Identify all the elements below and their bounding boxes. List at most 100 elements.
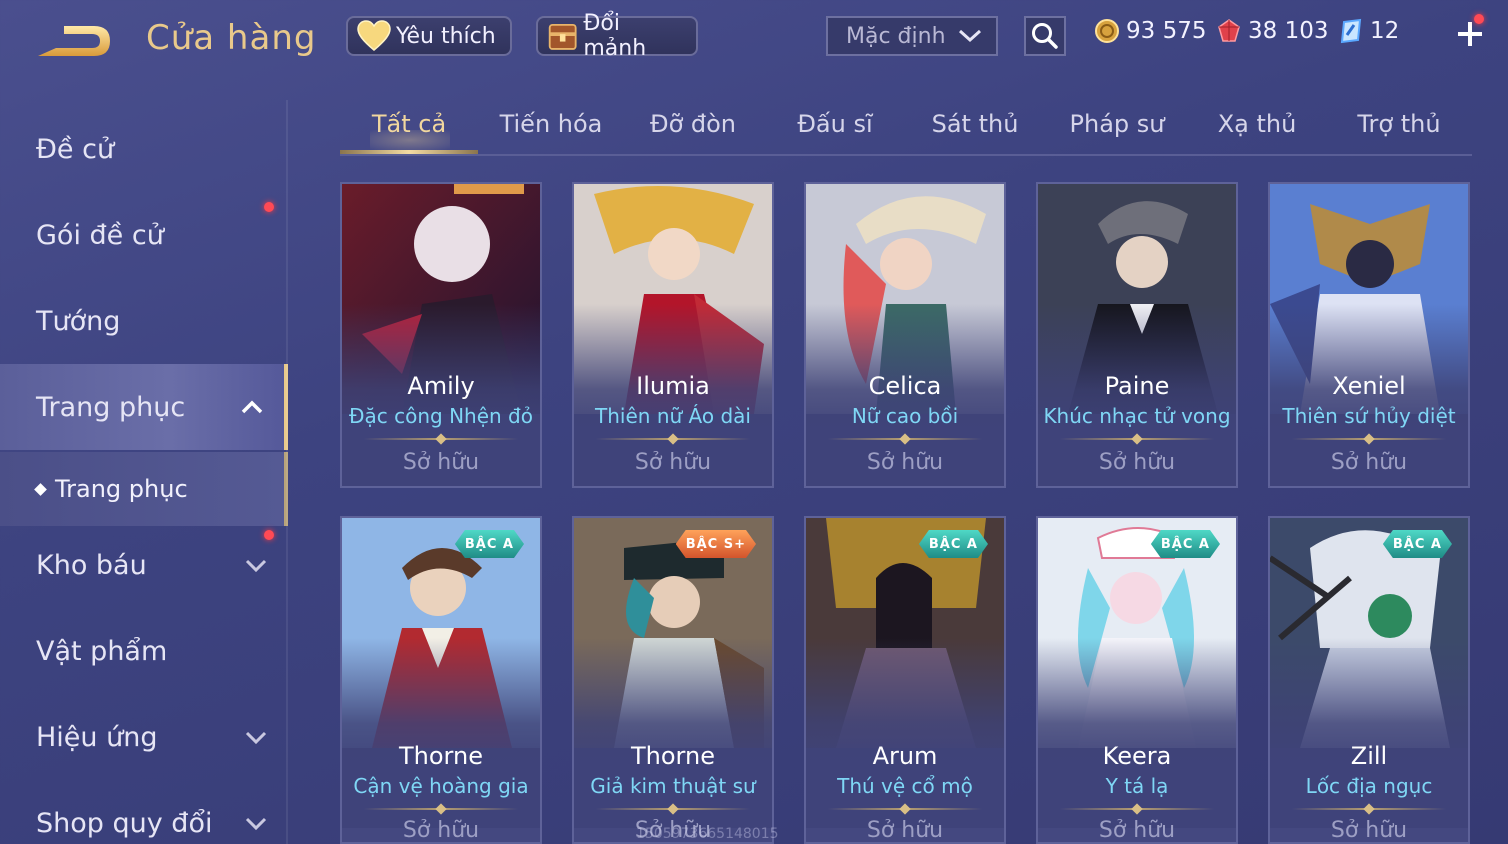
owned-status: Sở hữu [634,450,712,475]
hero-name: Thorne [631,742,715,770]
chevron-down-icon [958,29,982,43]
skin-card[interactable]: BẬC A Arum Thú vệ cổ mộ Sở hữu [804,516,1006,844]
active-tab-underline [340,150,478,154]
gold-amount: 93 575 [1126,18,1207,44]
skin-name: Thiên nữ Áo dài [595,404,751,428]
sidebar-item-label: Kho báu [36,549,147,581]
favorites-button[interactable]: Yêu thích [346,16,512,56]
owned-status: Sở hữu [866,450,944,475]
sidebar-item-effects[interactable]: Hiệu ứng [0,694,288,780]
gold-coin-icon [1095,19,1119,43]
skin-card[interactable]: Xeniel Thiên sứ hủy diệt Sở hữu [1268,182,1470,488]
card-divider [364,808,518,810]
card-shade [806,638,1004,828]
tier-badge: BẬC S+ [676,530,756,558]
ruby-balance: 38 103 [1216,18,1328,44]
sidebar-item-items[interactable]: Vật phẩm [0,608,288,694]
hero-name: Zill [1350,742,1388,770]
bullet-icon [34,482,47,496]
sidebar-subitem-skins[interactable]: Trang phục [0,452,288,526]
tier-badge: BẬC A [919,530,988,558]
card-divider [828,808,982,810]
skin-card[interactable]: Amily Đặc công Nhện đỏ Sở hữu [340,182,542,488]
skin-card[interactable]: BẬC A Keera Y tá lạ Sở hữu [1036,516,1238,844]
sort-dropdown[interactable]: Mặc định [826,16,998,56]
skin-name: Thú vệ cổ mộ [837,774,973,798]
sidebar-subitem-label: Trang phục [55,475,188,503]
skin-name: Đặc công Nhện đỏ [349,404,533,428]
voucher-amount: 12 [1370,18,1400,44]
hero-name: Ilumia [636,372,710,400]
owned-status: Sở hữu [1330,818,1408,843]
card-divider [828,438,982,440]
skin-card[interactable]: Paine Khúc nhạc tử vong Sở hữu [1036,182,1238,488]
hero-name: Thorne [399,742,483,770]
hero-name: Celica [868,372,942,400]
card-shade [574,638,772,828]
heart-icon [357,20,391,51]
ruby-amount: 38 103 [1248,18,1329,44]
tier-badge: BẬC A [455,530,524,558]
sidebar-item-exchange-shop[interactable]: Shop quy đổi [0,780,288,844]
skin-card[interactable]: Celica Nữ cao bồi Sở hữu [804,182,1006,488]
notification-dot [264,202,274,212]
hero-name: Arum [872,742,938,770]
search-button[interactable] [1024,16,1066,56]
card-shade [1038,638,1236,828]
sidebar-divider [286,100,288,844]
sidebar-item-heroes[interactable]: Tướng [0,278,288,364]
exchange-fragments-button[interactable]: Đổi mảnh [536,11,698,61]
sort-value: Mặc định [846,23,946,49]
skin-name: Y tá lạ [1105,774,1169,798]
sidebar-item-skins[interactable]: Trang phục [0,364,288,450]
back-arrow-icon [38,26,110,56]
exchange-label: Đổi mảnh [583,11,647,61]
skin-card[interactable]: BẬC A Thorne Cận vệ hoàng gia Sở hữu [340,516,542,844]
top-up-button[interactable] [1450,14,1490,54]
sidebar-item-recommended[interactable]: Đề cử [0,106,288,192]
tab-all[interactable]: Tất cả [340,110,478,152]
sidebar-item-label: Vật phẩm [36,635,168,667]
skin-card[interactable]: BẬC S+ Thorne Giả kim thuật sư Sở hữu [572,516,774,844]
tier-badge: BẬC A [1151,530,1220,558]
tab-evolution[interactable]: Tiến hóa [482,110,620,152]
hero-name: Keera [1102,742,1172,770]
hero-name: Xeniel [1332,372,1406,400]
card-divider [364,438,518,440]
voucher-icon [1340,18,1362,44]
tab-marksman[interactable]: Xạ thủ [1188,110,1326,152]
card-shade [1270,638,1468,828]
sidebar-item-label: Hiệu ứng [36,721,158,753]
card-divider [1060,808,1214,810]
tab-fighter[interactable]: Đấu sĩ [766,110,904,152]
favorites-label: Yêu thích [396,23,496,49]
chevron-down-icon [245,731,267,745]
tab-mage[interactable]: Pháp sư [1048,110,1186,152]
tab-assassin[interactable]: Sát thủ [906,110,1044,152]
card-divider [1060,438,1214,440]
notification-dot [1474,14,1484,24]
page-title: Cửa hàng [146,18,317,58]
skin-card[interactable]: BẬC A Zill Lốc địa ngục Sở hữu [1268,516,1470,844]
owned-status: Sở hữu [866,818,944,843]
skin-name: Giả kim thuật sư [590,774,756,798]
chevron-up-icon [241,400,263,414]
card-divider [1292,808,1446,810]
voucher-balance: 12 [1338,18,1399,44]
skin-name: Cận vệ hoàng gia [353,774,529,798]
skin-card[interactable]: Ilumia Thiên nữ Áo dài Sở hữu [572,182,774,488]
skin-name: Thiên sứ hủy diệt [1282,404,1456,428]
sidebar-item-bundles[interactable]: Gói đề cử [0,192,288,278]
card-divider [596,438,750,440]
category-tabs: Tất cả Tiến hóa Đỡ đòn Đấu sĩ Sát thủ Ph… [340,100,1472,156]
chevron-down-icon [245,559,267,573]
sidebar-item-label: Gói đề cử [36,219,164,251]
ruby-icon [1218,19,1240,42]
tab-support[interactable]: Trợ thủ [1330,110,1468,152]
tab-tank[interactable]: Đỡ đòn [624,110,762,152]
skin-name: Khúc nhạc tử vong [1043,404,1231,428]
back-button[interactable] [34,18,116,64]
notification-dot [264,530,274,540]
owned-status: Sở hữu [1098,818,1176,843]
sidebar-item-treasure[interactable]: Kho báu [0,522,288,608]
